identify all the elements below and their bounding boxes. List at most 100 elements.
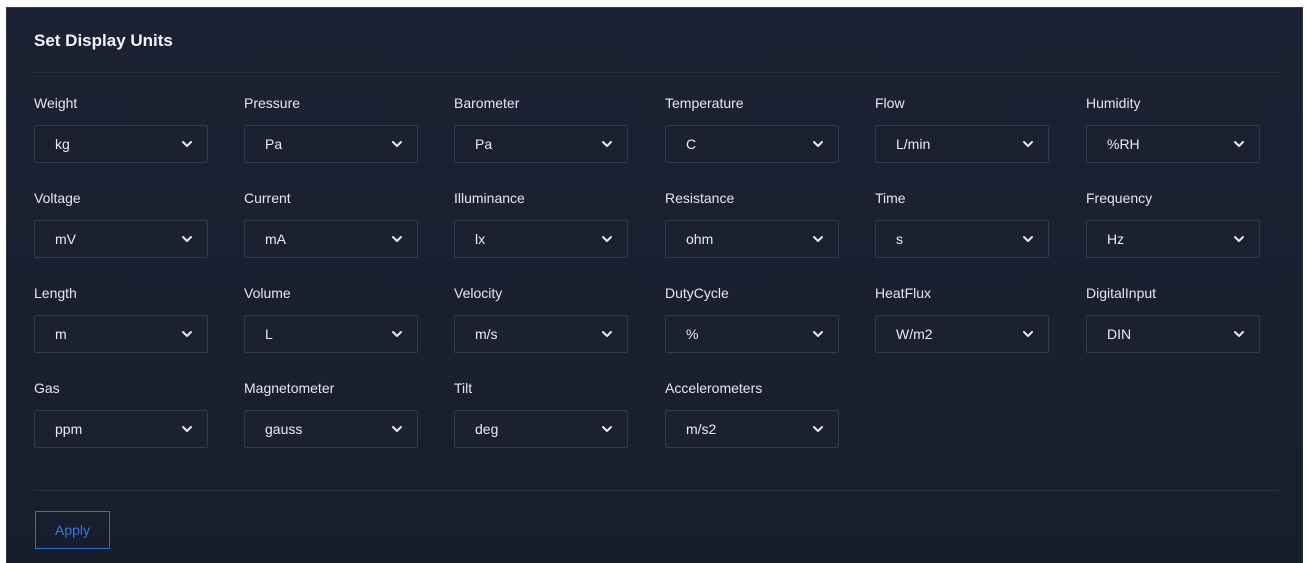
resistance-unit-select[interactable]: ohm: [665, 220, 839, 258]
pressure-unit-select[interactable]: Pa: [244, 125, 418, 163]
tilt-selected-unit: deg: [475, 421, 499, 437]
field-humidity: Humidity %RH: [1086, 93, 1262, 163]
gas-unit-select[interactable]: ppm: [34, 410, 208, 448]
field-current: Current mA: [244, 188, 420, 258]
accelerometers-unit-select[interactable]: m/s2: [665, 410, 839, 448]
magnetometer-label: Magnetometer: [244, 380, 335, 396]
chevron-down-icon: [601, 422, 613, 434]
time-unit-select[interactable]: s: [875, 220, 1049, 258]
field-flow: Flow L/min: [875, 93, 1051, 163]
volume-unit-select[interactable]: L: [244, 315, 418, 353]
field-length: Length m: [34, 283, 210, 353]
panel-title: Set Display Units: [34, 31, 173, 50]
chevron-down-icon: [812, 137, 824, 149]
tilt-unit-select[interactable]: deg: [454, 410, 628, 448]
chevron-down-icon: [181, 327, 193, 339]
header-divider: [34, 72, 1279, 73]
tilt-label: Tilt: [454, 380, 473, 396]
voltage-label: Voltage: [34, 190, 81, 206]
chevron-down-icon: [391, 422, 403, 434]
humidity-selected-unit: %RH: [1107, 136, 1140, 152]
flow-selected-unit: L/min: [896, 136, 931, 152]
resistance-label: Resistance: [665, 190, 735, 206]
volume-selected-unit: L: [265, 326, 273, 342]
current-unit-select[interactable]: mA: [244, 220, 418, 258]
velocity-label: Velocity: [454, 285, 503, 301]
chevron-down-icon: [601, 137, 613, 149]
gas-label: Gas: [34, 380, 60, 396]
dutycycle-unit-select[interactable]: %: [665, 315, 839, 353]
field-pressure: Pressure Pa: [244, 93, 420, 163]
accelerometers-label: Accelerometers: [665, 380, 763, 396]
field-frequency: Frequency Hz: [1086, 188, 1262, 258]
field-heatflux: HeatFlux W/m2: [875, 283, 1051, 353]
field-temperature: Temperature C: [665, 93, 841, 163]
field-volume: Volume L: [244, 283, 420, 353]
chevron-down-icon: [1233, 327, 1245, 339]
chevron-down-icon: [1022, 232, 1034, 244]
footer-divider: [34, 490, 1279, 491]
barometer-unit-select[interactable]: Pa: [454, 125, 628, 163]
set-display-units-panel: Set Display Units Weight kg Pressure Pa Baro…: [6, 7, 1303, 563]
apply-button[interactable]: Apply: [35, 511, 110, 549]
humidity-unit-select[interactable]: %RH: [1086, 125, 1260, 163]
weight-label: Weight: [34, 95, 78, 111]
frequency-label: Frequency: [1086, 190, 1153, 206]
temperature-label: Temperature: [665, 95, 744, 111]
length-selected-unit: m: [55, 326, 67, 342]
digitalinput-label: DigitalInput: [1086, 285, 1157, 301]
velocity-unit-select[interactable]: m/s: [454, 315, 628, 353]
field-resistance: Resistance ohm: [665, 188, 841, 258]
chevron-down-icon: [812, 327, 824, 339]
barometer-selected-unit: Pa: [475, 136, 493, 152]
field-illuminance: Illuminance lx: [454, 188, 630, 258]
volume-label: Volume: [244, 285, 291, 301]
frequency-selected-unit: Hz: [1107, 231, 1125, 247]
magnetometer-selected-unit: gauss: [265, 421, 303, 437]
heatflux-unit-select[interactable]: W/m2: [875, 315, 1049, 353]
flow-label: Flow: [875, 95, 905, 111]
field-digitalinput: DigitalInput DIN: [1086, 283, 1262, 353]
illuminance-unit-select[interactable]: lx: [454, 220, 628, 258]
chevron-down-icon: [181, 422, 193, 434]
temperature-unit-select[interactable]: C: [665, 125, 839, 163]
field-magnetometer: Magnetometer gauss: [244, 378, 420, 448]
field-tilt: Tilt deg: [454, 378, 630, 448]
field-velocity: Velocity m/s: [454, 283, 630, 353]
illuminance-label: Illuminance: [454, 190, 525, 206]
chevron-down-icon: [1022, 327, 1034, 339]
pressure-selected-unit: Pa: [265, 136, 283, 152]
voltage-unit-select[interactable]: mV: [34, 220, 208, 258]
heatflux-label: HeatFlux: [875, 285, 932, 301]
dutycycle-selected-unit: %: [686, 326, 699, 342]
illuminance-selected-unit: lx: [475, 231, 486, 247]
chevron-down-icon: [1233, 232, 1245, 244]
field-accelerometers: Accelerometers m/s2: [665, 378, 841, 448]
humidity-label: Humidity: [1086, 95, 1141, 111]
field-weight: Weight kg: [34, 93, 210, 163]
time-selected-unit: s: [896, 231, 903, 247]
heatflux-selected-unit: W/m2: [896, 326, 933, 342]
flow-unit-select[interactable]: L/min: [875, 125, 1049, 163]
barometer-label: Barometer: [454, 95, 520, 111]
voltage-selected-unit: mV: [55, 231, 76, 247]
frequency-unit-select[interactable]: Hz: [1086, 220, 1260, 258]
pressure-label: Pressure: [244, 95, 301, 111]
velocity-selected-unit: m/s: [475, 326, 498, 342]
chevron-down-icon: [1233, 137, 1245, 149]
chevron-down-icon: [391, 327, 403, 339]
chevron-down-icon: [391, 137, 403, 149]
chevron-down-icon: [391, 232, 403, 244]
chevron-down-icon: [1022, 137, 1034, 149]
magnetometer-unit-select[interactable]: gauss: [244, 410, 418, 448]
time-label: Time: [875, 190, 906, 206]
resistance-selected-unit: ohm: [686, 231, 714, 247]
chevron-down-icon: [181, 137, 193, 149]
current-selected-unit: mA: [265, 231, 286, 247]
weight-unit-select[interactable]: kg: [34, 125, 208, 163]
digitalinput-selected-unit: DIN: [1107, 326, 1132, 342]
length-unit-select[interactable]: m: [34, 315, 208, 353]
current-label: Current: [244, 190, 291, 206]
digitalinput-unit-select[interactable]: DIN: [1086, 315, 1260, 353]
field-time: Time s: [875, 188, 1051, 258]
